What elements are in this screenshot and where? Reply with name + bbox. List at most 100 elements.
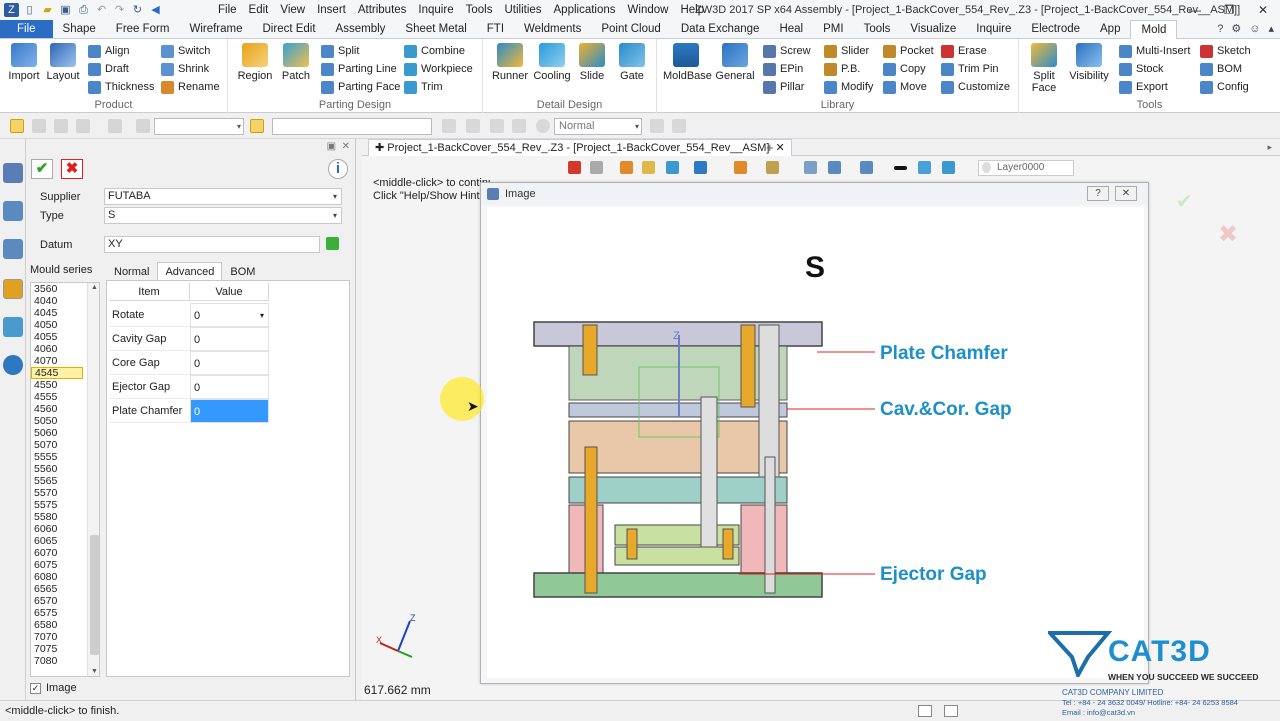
list-item[interactable]: 4070: [31, 355, 83, 367]
list-item[interactable]: 5070: [31, 439, 83, 451]
list-item[interactable]: 4545: [31, 367, 83, 379]
help-icon[interactable]: ?: [1217, 20, 1223, 39]
part-icon[interactable]: [734, 161, 747, 174]
blank-combo[interactable]: [272, 118, 432, 135]
ok-button[interactable]: ✔: [31, 159, 53, 179]
tree-icon[interactable]: [590, 161, 603, 174]
scroll-thumb[interactable]: [90, 535, 99, 655]
region-button[interactable]: Region: [232, 43, 278, 82]
list-item[interactable]: 7070: [31, 631, 83, 643]
back-arrow-icon[interactable]: ◀: [148, 3, 163, 17]
close-icon[interactable]: ✕: [1246, 0, 1280, 20]
display-icon[interactable]: [860, 161, 873, 174]
tab-point-cloud[interactable]: Point Cloud: [591, 20, 670, 38]
stock-button[interactable]: Stock: [1119, 60, 1164, 78]
list-item[interactable]: 6075: [31, 559, 83, 571]
open-folder-icon[interactable]: ▰: [40, 3, 55, 17]
tab-fti[interactable]: FTI: [477, 20, 514, 38]
layer-icon[interactable]: [942, 161, 955, 174]
ejector-gap-input[interactable]: 0: [190, 375, 269, 399]
list-item[interactable]: 4050: [31, 319, 83, 331]
scroll-down-icon[interactable]: ▼: [88, 668, 99, 675]
multi-insert-button[interactable]: Multi-Insert: [1119, 42, 1190, 60]
print-icon[interactable]: ⎙: [76, 3, 91, 17]
general-button[interactable]: General: [712, 43, 758, 82]
menu-insert[interactable]: Insert: [311, 0, 352, 20]
save-icon[interactable]: ▣: [58, 3, 73, 17]
cancel-button[interactable]: ✖: [61, 159, 83, 179]
sketch-button[interactable]: Sketch: [1200, 42, 1251, 60]
scroll-up-icon[interactable]: ▲: [88, 284, 99, 291]
pin-panel-icon[interactable]: ▣: [327, 141, 336, 152]
list-item[interactable]: 6080: [31, 571, 83, 583]
menu-inquire[interactable]: Inquire: [412, 0, 459, 20]
close-tab-icon[interactable]: ✕: [776, 142, 785, 154]
type-select[interactable]: S ▾: [104, 207, 342, 224]
pick-datum-icon[interactable]: [326, 237, 339, 250]
bom-button[interactable]: BOM: [1200, 60, 1242, 78]
trim-button[interactable]: Trim: [404, 78, 443, 96]
hierarchy-icon[interactable]: [3, 239, 23, 259]
tab-file[interactable]: File: [0, 20, 53, 38]
measure-icon[interactable]: [828, 161, 841, 174]
export-button[interactable]: Export: [1119, 78, 1168, 96]
split-button[interactable]: Split: [321, 42, 359, 60]
minimize-icon[interactable]: —: [1178, 0, 1212, 20]
pick-filter-icon[interactable]: [10, 119, 24, 133]
shape-icon[interactable]: [108, 119, 122, 133]
rotate-select[interactable]: 0 ▾: [190, 303, 269, 327]
gate-button[interactable]: Gate: [609, 43, 655, 82]
tab-direct-edit[interactable]: Direct Edit: [253, 20, 326, 38]
image-checkbox-row[interactable]: ✓ Image: [30, 682, 77, 694]
menu-window[interactable]: Window: [622, 0, 675, 20]
list-item[interactable]: 7080: [31, 655, 83, 667]
gear-icon[interactable]: [536, 119, 550, 133]
list-item[interactable]: 4550: [31, 379, 83, 391]
mould-series-list[interactable]: 3560 4040 4045 4050 4055 4060 4070 4545 4550 4555…: [30, 282, 100, 677]
thickness-button[interactable]: Thickness: [88, 78, 155, 96]
parting-face-button[interactable]: Parting Face: [321, 78, 400, 96]
list-item[interactable]: 6565: [31, 583, 83, 595]
layer-combo[interactable]: Layer0000: [978, 160, 1074, 176]
mold-manager-icon[interactable]: [3, 279, 23, 299]
document-tab[interactable]: ✚ Project_1-BackCover_554_Rev_.Z3 - [Pro…: [368, 139, 792, 156]
close-panel-icon[interactable]: ✕: [342, 141, 350, 152]
list-item[interactable]: 4560: [31, 403, 83, 415]
trim-pin-button[interactable]: Trim Pin: [941, 60, 999, 78]
tab-assembly[interactable]: Assembly: [326, 20, 396, 38]
visibility-button[interactable]: Visibility: [1066, 43, 1112, 82]
list-item[interactable]: 6570: [31, 595, 83, 607]
list-item[interactable]: 5575: [31, 499, 83, 511]
list-item[interactable]: 4060: [31, 343, 83, 355]
list-item[interactable]: 4555: [31, 391, 83, 403]
pick-icon[interactable]: [32, 119, 46, 133]
pb-button[interactable]: P.B.: [824, 60, 860, 78]
list-item[interactable]: 6580: [31, 619, 83, 631]
undo-icon[interactable]: ↶: [94, 3, 109, 17]
tab-visualize[interactable]: Visualize: [900, 20, 966, 38]
menu-tools[interactable]: Tools: [460, 0, 499, 20]
menu-applications[interactable]: Applications: [548, 0, 622, 20]
plate-chamfer-input[interactable]: 0: [190, 399, 269, 423]
collapse-icon[interactable]: ▴: [1268, 20, 1274, 39]
pocket-button[interactable]: Pocket: [883, 42, 934, 60]
split-face-button[interactable]: Split Face: [1021, 43, 1067, 94]
tab-data-exchange[interactable]: Data Exchange: [671, 20, 770, 38]
menu-edit[interactable]: Edit: [243, 0, 275, 20]
parting-line-button[interactable]: Parting Line: [321, 60, 397, 78]
tab-electrode[interactable]: Electrode: [1021, 20, 1090, 38]
tab-normal[interactable]: Normal: [106, 262, 157, 280]
redo-icon[interactable]: ↷: [112, 3, 127, 17]
list-item[interactable]: 6575: [31, 607, 83, 619]
pencil-icon[interactable]: [620, 161, 633, 174]
workpiece-button[interactable]: Workpiece: [404, 60, 473, 78]
tab-bom[interactable]: BOM: [222, 262, 263, 280]
pick-mode-icon[interactable]: [250, 119, 264, 133]
epin-button[interactable]: EPin: [763, 60, 803, 78]
tab-heal[interactable]: Heal: [769, 20, 813, 38]
tab-sheet-metal[interactable]: Sheet Metal: [395, 20, 476, 38]
info-button[interactable]: i: [328, 159, 348, 179]
erase-button[interactable]: Erase: [941, 42, 987, 60]
layout-button[interactable]: Layout: [40, 43, 86, 82]
list-item[interactable]: 4055: [31, 331, 83, 343]
